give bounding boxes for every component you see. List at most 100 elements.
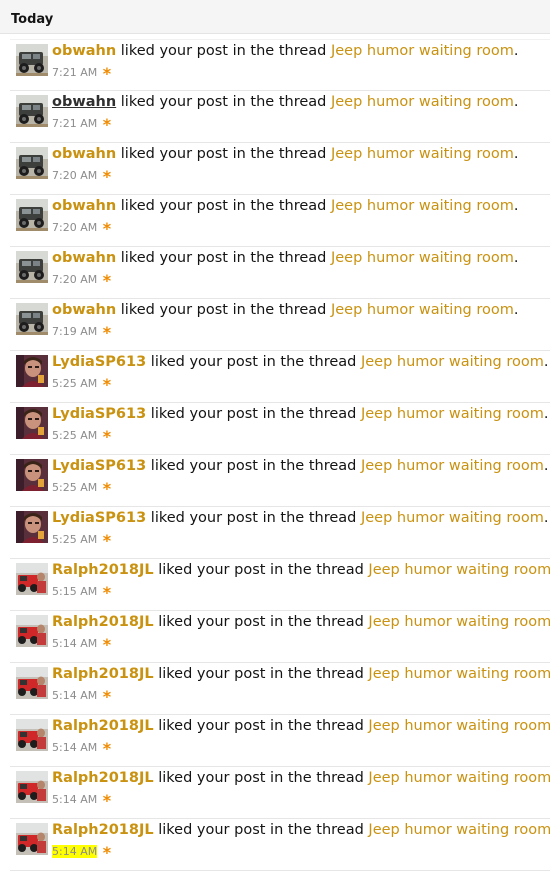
username-link[interactable]: LydiaSP613 [52, 354, 146, 370]
sentence-period: . [543, 510, 549, 526]
alert-action-text: liked your post in the thread [153, 770, 369, 786]
user-avatar[interactable] [16, 667, 48, 699]
user-avatar[interactable] [16, 44, 48, 76]
unread-marker-icon[interactable]: * [103, 377, 111, 393]
unread-marker-icon[interactable]: * [103, 637, 111, 653]
user-avatar[interactable] [16, 459, 48, 491]
user-avatar[interactable] [16, 823, 48, 855]
alert-item[interactable]: obwahn liked your post in the thread Jee… [10, 195, 550, 247]
username-link[interactable]: Ralph2018JL [52, 822, 154, 838]
sentence-period: . [543, 354, 549, 370]
unread-marker-icon[interactable]: * [103, 741, 111, 757]
unread-marker-icon[interactable]: * [103, 845, 111, 861]
alert-action-text: liked your post in the thread [146, 406, 361, 422]
alert-item[interactable]: Ralph2018JL liked your post in the threa… [10, 663, 550, 715]
alert-list: obwahn liked your post in the thread Jee… [10, 39, 550, 871]
alert-action-text: liked your post in the thread [146, 458, 361, 474]
username-link[interactable]: Ralph2018JL [52, 614, 154, 630]
alert-item[interactable]: Ralph2018JL liked your post in the threa… [10, 715, 550, 767]
alert-message: LydiaSP613 liked your post in the thread… [52, 405, 548, 423]
alert-item[interactable]: LydiaSP613 liked your post in the thread… [10, 403, 550, 455]
alert-item[interactable]: Ralph2018JL liked your post in the threa… [10, 819, 550, 871]
user-avatar[interactable] [16, 147, 48, 179]
unread-marker-icon[interactable]: * [103, 481, 111, 497]
username-link[interactable]: Ralph2018JL [52, 562, 154, 578]
thread-link[interactable]: Jeep humor waiting room [368, 770, 550, 786]
user-avatar[interactable] [16, 199, 48, 231]
thread-link[interactable]: Jeep humor waiting room [331, 302, 514, 318]
sentence-period: . [513, 250, 519, 266]
alert-item[interactable]: LydiaSP613 liked your post in the thread… [10, 507, 550, 559]
thread-link[interactable]: Jeep humor waiting room [331, 146, 514, 162]
alert-message: obwahn liked your post in the thread Jee… [52, 197, 518, 215]
unread-marker-icon[interactable]: * [103, 117, 111, 133]
alerts-day-header: Today [0, 0, 550, 34]
alert-item[interactable]: LydiaSP613 liked your post in the thread… [10, 455, 550, 507]
username-link[interactable]: Ralph2018JL [52, 666, 154, 682]
username-link[interactable]: LydiaSP613 [52, 458, 146, 474]
unread-marker-icon[interactable]: * [103, 533, 111, 549]
unread-marker-icon[interactable]: * [103, 66, 111, 82]
thread-link[interactable]: Jeep humor waiting room [361, 406, 544, 422]
thread-link[interactable]: Jeep humor waiting room [331, 43, 514, 59]
alert-item[interactable]: Ralph2018JL liked your post in the threa… [10, 767, 550, 819]
username-link[interactable]: LydiaSP613 [52, 510, 146, 526]
alert-meta: 7:20 AM * [52, 273, 111, 289]
unread-marker-icon[interactable]: * [103, 585, 111, 601]
unread-marker-icon[interactable]: * [103, 273, 111, 289]
username-link[interactable]: obwahn [52, 94, 116, 110]
alert-item[interactable]: obwahn liked your post in the thread Jee… [10, 91, 550, 143]
thread-link[interactable]: Jeep humor waiting room [368, 666, 550, 682]
user-avatar[interactable] [16, 719, 48, 751]
unread-marker-icon[interactable]: * [103, 169, 111, 185]
user-avatar[interactable] [16, 615, 48, 647]
username-link[interactable]: obwahn [52, 302, 116, 318]
user-avatar[interactable] [16, 303, 48, 335]
user-avatar[interactable] [16, 95, 48, 127]
thread-link[interactable]: Jeep humor waiting room [361, 354, 544, 370]
alert-item[interactable]: obwahn liked your post in the thread Jee… [10, 247, 550, 299]
alert-item[interactable]: LydiaSP613 liked your post in the thread… [10, 351, 550, 403]
user-avatar[interactable] [16, 251, 48, 283]
alert-meta: 5:25 AM * [52, 377, 111, 393]
unread-marker-icon[interactable]: * [103, 689, 111, 705]
user-avatar[interactable] [16, 355, 48, 387]
alert-item[interactable]: Ralph2018JL liked your post in the threa… [10, 559, 550, 611]
alert-meta: 5:14 AM * [52, 845, 111, 861]
alert-item[interactable]: obwahn liked your post in the thread Jee… [10, 39, 550, 91]
thread-link[interactable]: Jeep humor waiting room [368, 614, 550, 630]
thread-link[interactable]: Jeep humor waiting room [331, 198, 514, 214]
thread-link[interactable]: Jeep humor waiting room [368, 562, 550, 578]
unread-marker-icon[interactable]: * [103, 793, 111, 809]
sentence-period: . [513, 198, 519, 214]
alert-timestamp: 7:21 AM [52, 117, 98, 130]
username-link[interactable]: obwahn [52, 198, 116, 214]
alert-meta: 5:14 AM * [52, 689, 111, 705]
unread-marker-icon[interactable]: * [103, 221, 111, 237]
thread-link[interactable]: Jeep humor waiting room [361, 458, 544, 474]
user-avatar[interactable] [16, 563, 48, 595]
username-link[interactable]: Ralph2018JL [52, 718, 154, 734]
alert-meta: 7:20 AM * [52, 221, 111, 237]
thread-link[interactable]: Jeep humor waiting room [361, 510, 544, 526]
username-link[interactable]: LydiaSP613 [52, 406, 146, 422]
user-avatar[interactable] [16, 511, 48, 543]
thread-link[interactable]: Jeep humor waiting room [368, 718, 550, 734]
username-link[interactable]: obwahn [52, 43, 116, 59]
alert-item[interactable]: obwahn liked your post in the thread Jee… [10, 299, 550, 351]
thread-link[interactable]: Jeep humor waiting room [368, 822, 550, 838]
alert-item[interactable]: Ralph2018JL liked your post in the threa… [10, 611, 550, 663]
username-link[interactable]: obwahn [52, 146, 116, 162]
username-link[interactable]: Ralph2018JL [52, 770, 154, 786]
day-heading: Today [11, 12, 54, 27]
user-avatar[interactable] [16, 407, 48, 439]
user-avatar[interactable] [16, 771, 48, 803]
unread-marker-icon[interactable]: * [103, 429, 111, 445]
thread-link[interactable]: Jeep humor waiting room [331, 250, 514, 266]
alert-message: Ralph2018JL liked your post in the threa… [52, 561, 550, 579]
unread-marker-icon[interactable]: * [103, 325, 111, 341]
thread-link[interactable]: Jeep humor waiting room [331, 94, 514, 110]
alert-item[interactable]: obwahn liked your post in the thread Jee… [10, 143, 550, 195]
alert-meta: 5:25 AM * [52, 533, 111, 549]
username-link[interactable]: obwahn [52, 250, 116, 266]
